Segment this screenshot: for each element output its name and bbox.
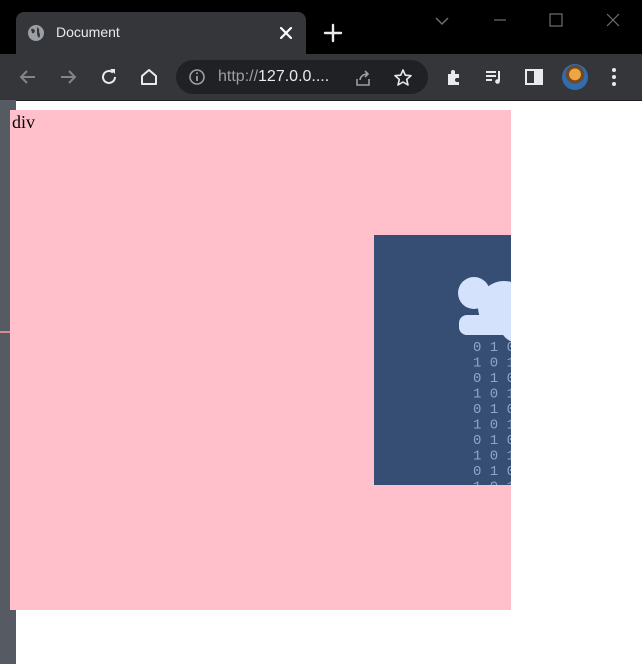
binary-digit-row: 0 1 0 <box>473 464 511 480</box>
reload-icon[interactable] <box>97 65 121 89</box>
binary-digit-row: 0 1 0 <box>473 340 511 356</box>
close-window-icon[interactable] <box>599 12 627 30</box>
menu-icon[interactable] <box>602 65 626 89</box>
share-icon[interactable] <box>352 67 374 89</box>
binary-digit-row: 1 0 1 <box>473 356 511 372</box>
div-label: div <box>12 112 36 132</box>
browser-toolbar: http://127.0.0.... <box>0 54 642 101</box>
new-tab-icon[interactable] <box>322 22 344 44</box>
close-tab-icon[interactable] <box>278 25 294 41</box>
binary-digit-row: 1 0 1 <box>473 418 511 434</box>
home-icon[interactable] <box>137 65 161 89</box>
cloud-data-image: 0 1 01 0 10 1 01 0 10 1 01 0 10 1 01 0 1… <box>374 235 511 485</box>
forward-icon[interactable] <box>56 65 80 89</box>
tab-title: Document <box>56 24 120 40</box>
browser-titlebar: Document <box>0 0 642 54</box>
media-queue-icon[interactable] <box>482 65 506 89</box>
binary-digit-row: 0 1 0 <box>473 433 511 449</box>
address-bar[interactable]: http://127.0.0.... <box>176 60 428 94</box>
extensions-icon[interactable] <box>442 65 466 89</box>
binary-digit-row: 0 1 0 <box>473 371 511 387</box>
binary-digit-row: 0 1 0 <box>473 402 511 418</box>
info-icon[interactable] <box>188 68 206 86</box>
binary-digit-row: 1 0 1 <box>473 387 511 403</box>
tab-search-icon[interactable] <box>428 12 456 30</box>
binary-digit-row: 1 0 1 <box>473 480 511 486</box>
maximize-icon[interactable] <box>542 12 570 30</box>
binary-digit-row: 1 0 1 <box>473 449 511 465</box>
back-icon[interactable] <box>16 65 40 89</box>
side-panel-icon[interactable] <box>522 65 546 89</box>
cloud-binary-rain-icon: 0 1 01 0 10 1 01 0 10 1 01 0 10 1 01 0 1… <box>458 277 511 486</box>
globe-icon <box>28 25 44 41</box>
pink-div-box: div 0 1 01 0 10 1 01 0 10 1 01 0 10 1 01… <box>10 110 511 610</box>
url-text[interactable]: http://127.0.0.... <box>218 68 329 86</box>
minimize-icon[interactable] <box>486 12 514 30</box>
url-host: 127.0.0.... <box>258 68 330 85</box>
browser-tab[interactable]: Document <box>16 12 306 54</box>
star-icon[interactable] <box>392 67 414 89</box>
profile-avatar[interactable] <box>562 64 588 90</box>
url-scheme: http:// <box>218 68 259 85</box>
